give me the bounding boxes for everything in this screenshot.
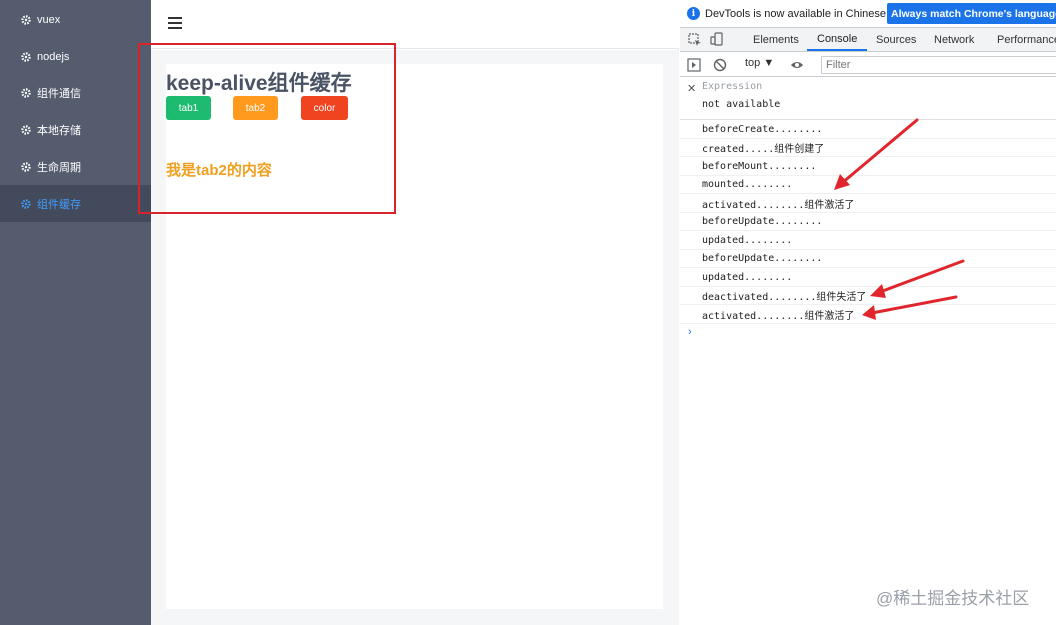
console-toolbar: top ▼ xyxy=(680,53,1056,77)
infobar-text: DevTools is now available in Chinese! xyxy=(705,7,890,20)
console-log-line: updated........ xyxy=(680,268,1056,287)
sidebar-item-label: 组件缓存 xyxy=(37,198,81,211)
info-icon: i xyxy=(687,7,700,20)
console-log-line: mounted........ xyxy=(680,175,1056,194)
console-log-line: activated........组件激活了 xyxy=(680,194,1056,213)
console-log-line: beforeCreate........ xyxy=(680,120,1056,139)
close-icon[interactable]: ✕ xyxy=(687,82,696,95)
top-bar xyxy=(151,0,679,49)
sidebar-item-label: nodejs xyxy=(37,50,70,63)
sidebar-item-component-cache[interactable]: 组件缓存 xyxy=(0,185,151,222)
sidebar-item-label: 组件通信 xyxy=(37,87,81,100)
gear-icon xyxy=(21,161,31,172)
clear-console-icon[interactable] xyxy=(713,58,727,72)
tab-performance[interactable]: Performance xyxy=(997,28,1056,51)
expression-value: not available xyxy=(702,99,781,110)
gear-icon xyxy=(21,14,31,25)
tab-network[interactable]: Network xyxy=(934,28,974,51)
tab-elements[interactable]: Elements xyxy=(753,28,799,51)
sidebar-item-component-communication[interactable]: 组件通信 xyxy=(0,74,151,111)
gear-icon xyxy=(21,198,31,209)
devtools-panel: i DevTools is now available in Chinese! … xyxy=(680,0,1056,625)
sidebar-item-vuex[interactable]: vuex xyxy=(0,1,151,38)
console-log-line: activated........组件激活了 xyxy=(680,305,1056,324)
console-log-line: beforeMount........ xyxy=(680,157,1056,176)
filter-input[interactable] xyxy=(821,56,1056,74)
tab-console[interactable]: Console xyxy=(807,28,868,51)
console-log-line: updated........ xyxy=(680,231,1056,250)
sidebar-item-nodejs[interactable]: nodejs xyxy=(0,38,151,75)
live-expression: ✕ Expression not available xyxy=(680,78,1056,120)
sidebar-item-local-storage[interactable]: 本地存储 xyxy=(0,111,151,148)
tab-sources[interactable]: Sources xyxy=(876,28,916,51)
dropdown-arrow-icon: ▼ xyxy=(763,57,775,69)
context-selector[interactable]: top ▼ xyxy=(745,57,774,69)
devtools-tabs: Elements Console Sources Network Perform… xyxy=(680,28,1056,52)
console-log-line: beforeUpdate........ xyxy=(680,212,1056,231)
sidebar-item-label: 生命周期 xyxy=(37,161,81,174)
console-log-line: deactivated........组件失活了 xyxy=(680,286,1056,305)
device-toolbar-icon[interactable] xyxy=(710,32,724,46)
devtools-infobar: i DevTools is now available in Chinese! … xyxy=(680,0,1056,28)
console-prompt[interactable]: › xyxy=(688,326,692,338)
expression-label: Expression xyxy=(702,81,763,92)
sidebar: vuex nodejs 组件通信 本地存储 生命周期 组件缓存 xyxy=(0,0,151,625)
sidebar-item-lifecycle[interactable]: 生命周期 xyxy=(0,148,151,185)
match-language-button[interactable]: Always match Chrome's language xyxy=(887,3,1056,24)
console-log-line: beforeUpdate........ xyxy=(680,249,1056,268)
sidebar-item-label: 本地存储 xyxy=(37,124,81,137)
highlight-annotation-box xyxy=(138,43,396,214)
eye-icon[interactable] xyxy=(790,58,804,72)
gear-icon xyxy=(21,124,31,135)
watermark: @稀土掘金技术社区 xyxy=(876,589,1030,608)
gear-icon xyxy=(21,51,31,62)
console-log-line: created.....组件创建了 xyxy=(680,138,1056,157)
inspect-element-icon[interactable] xyxy=(688,33,702,47)
sidebar-item-label: vuex xyxy=(37,13,61,26)
menu-icon[interactable] xyxy=(168,17,182,29)
gear-icon xyxy=(21,87,31,98)
sidebar-toggle-icon[interactable] xyxy=(687,58,701,72)
